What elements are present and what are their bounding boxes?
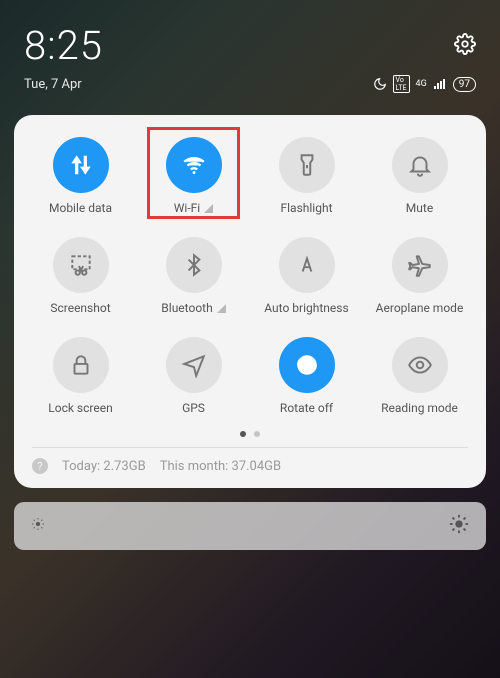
tile-wifi[interactable]: Wi-Fi <box>139 133 248 215</box>
dnd-icon <box>373 77 387 91</box>
status-indicators: VoLTE 4G 97 <box>373 75 476 93</box>
tile-label: Mute <box>406 201 433 215</box>
brightness-slider[interactable] <box>14 502 486 550</box>
tile-aeroplane-mode[interactable]: Aeroplane mode <box>365 233 474 315</box>
tile-label: Auto brightness <box>264 301 348 315</box>
brightness-high-icon <box>448 513 470 539</box>
tile-screenshot[interactable]: Screenshot <box>26 233 135 315</box>
usage-month-label: This month: <box>160 459 229 474</box>
tile-rotate-off[interactable]: Rotate off <box>252 333 361 415</box>
page-indicator[interactable] <box>26 431 474 437</box>
clock: 8:25 <box>24 22 103 69</box>
navigation-icon <box>166 337 222 393</box>
airplane-icon <box>392 237 448 293</box>
signal-icon <box>433 78 447 90</box>
signal-triangle-icon <box>204 204 213 213</box>
tile-mobile-data[interactable]: Mobile data <box>26 133 135 215</box>
mobile-data-icon <box>53 137 109 193</box>
tile-label: Bluetooth <box>161 301 212 315</box>
tile-bluetooth[interactable]: Bluetooth <box>139 233 248 315</box>
page-dot-2 <box>254 431 260 437</box>
tile-lock-screen[interactable]: Lock screen <box>26 333 135 415</box>
tile-reading-mode[interactable]: Reading mode <box>365 333 474 415</box>
quick-settings-panel: Mobile data Wi-Fi Flashlight Mute <box>14 115 486 488</box>
tile-label: Rotate off <box>280 401 333 415</box>
tile-label: Screenshot <box>50 301 110 315</box>
divider <box>32 447 468 448</box>
signal-triangle-icon <box>217 304 226 313</box>
tile-label: Reading mode <box>381 401 458 415</box>
rotate-lock-icon <box>279 337 335 393</box>
tile-label: Aeroplane mode <box>376 301 464 315</box>
flashlight-icon <box>279 137 335 193</box>
tile-label: Wi-Fi <box>174 201 200 215</box>
tile-label: Mobile data <box>49 201 112 215</box>
wifi-icon <box>166 137 222 193</box>
usage-today-value: 2.73GB <box>103 459 145 474</box>
help-icon: ? <box>32 458 48 474</box>
usage-month-value: 37.04GB <box>232 459 282 474</box>
bluetooth-icon <box>166 237 222 293</box>
tile-label: Lock screen <box>48 401 112 415</box>
page-dot-1 <box>240 431 246 437</box>
brightness-low-icon <box>30 516 46 536</box>
data-usage-row[interactable]: ? Today: 2.73GB This month: 37.04GB <box>26 458 474 478</box>
volte-icon: VoLTE <box>393 75 410 93</box>
usage-today-label: Today: <box>62 459 100 474</box>
date: Tue, 7 Apr <box>24 77 82 92</box>
network-type: 4G <box>416 79 427 89</box>
tile-label: GPS <box>182 401 205 415</box>
tile-mute[interactable]: Mute <box>365 133 474 215</box>
tile-auto-brightness[interactable]: Auto brightness <box>252 233 361 315</box>
status-bar: 8:25 Tue, 7 Apr VoLTE 4G 97 <box>0 0 500 105</box>
gear-icon <box>454 33 476 55</box>
settings-button[interactable] <box>454 33 476 59</box>
bell-icon <box>392 137 448 193</box>
auto-brightness-icon <box>279 237 335 293</box>
scissors-icon <box>53 237 109 293</box>
tile-gps[interactable]: GPS <box>139 333 248 415</box>
tile-label: Flashlight <box>281 201 333 215</box>
lock-icon <box>53 337 109 393</box>
tile-flashlight[interactable]: Flashlight <box>252 133 361 215</box>
battery-indicator: 97 <box>453 77 476 92</box>
eye-icon <box>392 337 448 393</box>
